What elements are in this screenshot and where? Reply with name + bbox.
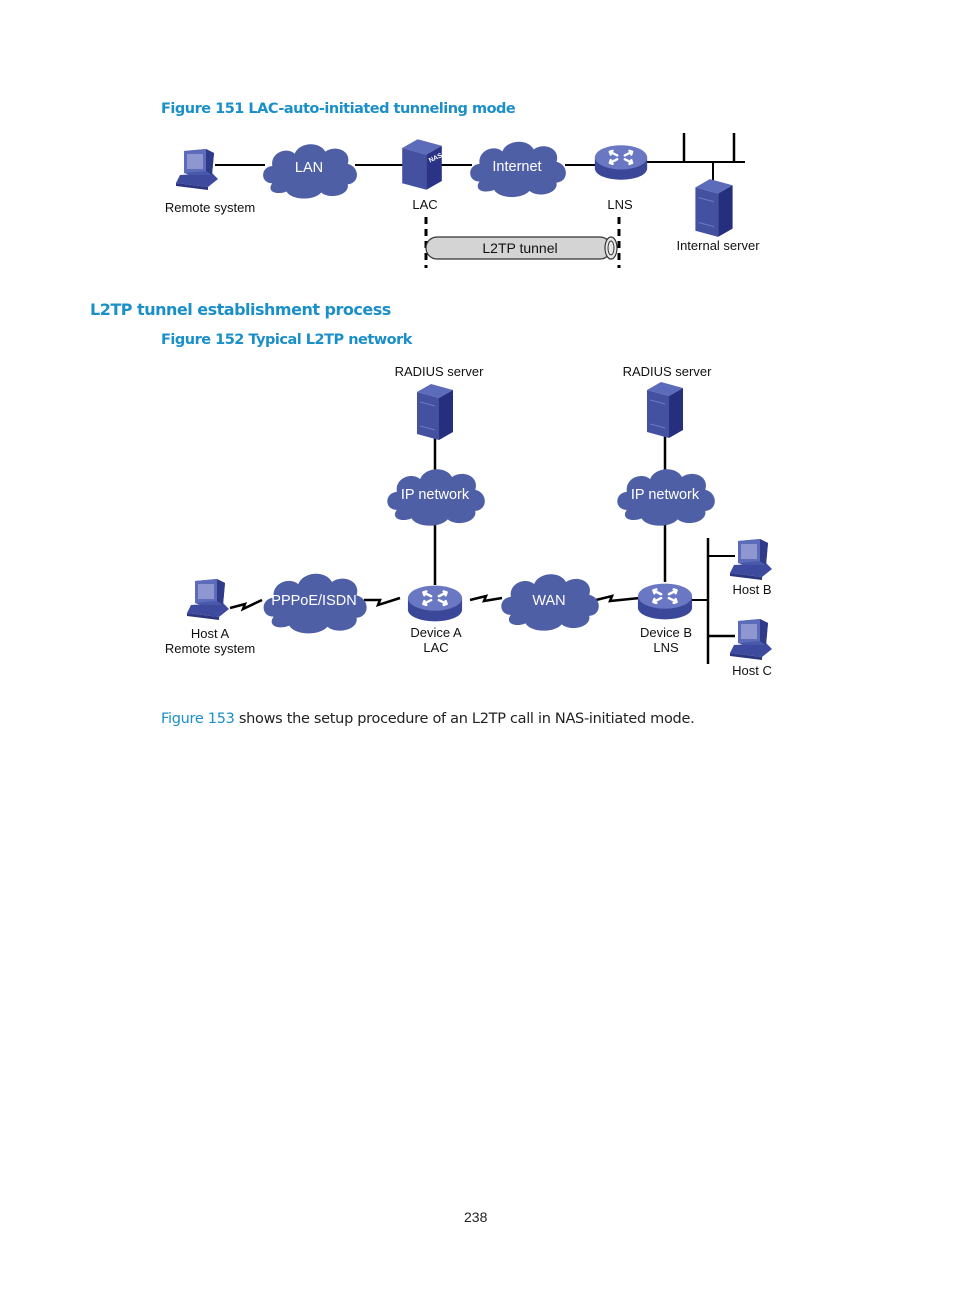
internal-server-label: Internal server xyxy=(676,238,760,253)
serial-link xyxy=(469,594,503,603)
figure-153-link[interactable]: Figure 153 xyxy=(161,711,235,727)
device-b-label: Device B xyxy=(640,625,692,640)
device-a-label: Device A xyxy=(410,625,462,640)
section-heading: L2TP tunnel establishment process xyxy=(90,300,391,319)
device-a-sublabel: LAC xyxy=(423,640,448,655)
radius-server-right-icon xyxy=(646,381,684,439)
serial-link xyxy=(595,594,641,603)
serial-link xyxy=(364,596,401,607)
figure-152-diagram: RADIUS server RADIUS server IP network I… xyxy=(165,364,772,678)
paragraph-text: shows the setup procedure of an L2TP cal… xyxy=(234,711,695,727)
remote-system-label: Remote system xyxy=(165,200,255,215)
pppoe-isdn-label: PPPoE/ISDN xyxy=(271,593,356,609)
host-b-pc-icon xyxy=(730,539,772,580)
radius-server-left-icon xyxy=(416,383,454,441)
wan-label: WAN xyxy=(532,593,565,609)
device-b-router-icon xyxy=(636,582,694,621)
serial-link xyxy=(229,598,263,612)
ip-network-left-label: IP network xyxy=(401,487,470,503)
device-a-router-icon xyxy=(406,584,464,623)
lns-label: LNS xyxy=(607,197,633,212)
page-number: 238 xyxy=(464,1209,488,1225)
host-b-label: Host B xyxy=(732,582,771,597)
host-a-label: Host A xyxy=(191,626,230,641)
nas-server-icon xyxy=(402,139,444,190)
host-a-sublabel: Remote system xyxy=(165,641,255,656)
device-b-sublabel: LNS xyxy=(653,640,679,655)
radius-server-right-label: RADIUS server xyxy=(623,364,713,379)
figure-152-caption: Figure 152 Typical L2TP network xyxy=(161,332,412,348)
host-a-pc-icon xyxy=(187,579,229,620)
host-c-label: Host C xyxy=(732,663,772,678)
internet-cloud-label: Internet xyxy=(492,159,541,175)
body-paragraph: Figure 153 shows the setup procedure of … xyxy=(161,711,695,727)
figure-151-diagram: LAN Internet Remote system LAC LNS Inter… xyxy=(165,133,760,268)
figure-151-caption: Figure 151 LAC-auto-initiated tunneling … xyxy=(161,101,516,117)
internal-server-icon xyxy=(694,178,734,238)
host-c-pc-icon xyxy=(730,619,772,660)
pc-icon xyxy=(176,149,218,190)
lac-label: LAC xyxy=(412,197,437,212)
l2tp-tunnel-label: L2TP tunnel xyxy=(482,240,557,256)
ip-network-right-label: IP network xyxy=(631,487,700,503)
lan-cloud-label: LAN xyxy=(295,160,323,176)
router-icon xyxy=(593,144,649,181)
radius-server-left-label: RADIUS server xyxy=(395,364,485,379)
